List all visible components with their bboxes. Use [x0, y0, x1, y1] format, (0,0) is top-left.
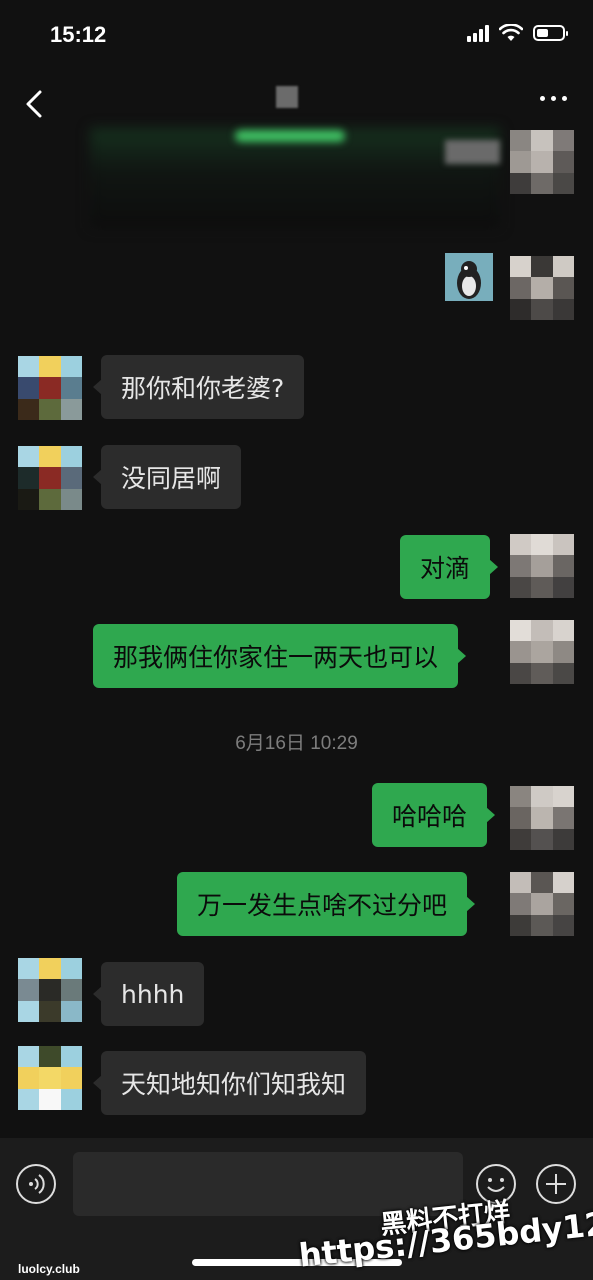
- more-dots-icon[interactable]: [540, 96, 567, 101]
- contact-avatar[interactable]: [18, 446, 82, 510]
- chat-header: [0, 72, 593, 134]
- self-avatar[interactable]: [510, 256, 574, 320]
- self-avatar[interactable]: [510, 620, 574, 684]
- chat-title-blurred: [276, 86, 298, 108]
- self-avatar[interactable]: [510, 786, 574, 850]
- cellular-signal-icon: [467, 24, 489, 42]
- self-avatar[interactable]: [510, 130, 574, 194]
- watermark-site: luolcy.club: [18, 1262, 80, 1276]
- blurred-media-message[interactable]: [90, 128, 500, 228]
- self-avatar[interactable]: [510, 534, 574, 598]
- self-avatar[interactable]: [510, 872, 574, 936]
- media-thumbnail: [445, 140, 500, 164]
- battery-level: [537, 29, 548, 37]
- outgoing-message-bubble[interactable]: 那我俩住你家住一两天也可以: [93, 624, 467, 688]
- back-button[interactable]: [18, 84, 54, 124]
- status-bar: 15:12: [0, 0, 593, 72]
- contact-avatar[interactable]: [18, 356, 82, 420]
- plus-button[interactable]: [536, 1164, 576, 1204]
- voice-icon: [29, 1174, 45, 1194]
- incoming-message-bubble[interactable]: hhhh: [92, 962, 205, 1026]
- status-icons: [467, 24, 568, 42]
- contact-avatar[interactable]: [18, 1046, 82, 1110]
- message-timestamp: 6月16日 10:29: [235, 733, 358, 754]
- media-highlight: [235, 130, 345, 142]
- battery-icon: [533, 25, 568, 41]
- plus-icon: [546, 1174, 566, 1194]
- chevron-left-icon: [26, 90, 42, 118]
- image-message-penguin[interactable]: [445, 253, 493, 301]
- outgoing-message-bubble[interactable]: 万一发生点啥不过分吧: [177, 872, 476, 936]
- voice-button[interactable]: [16, 1164, 56, 1204]
- incoming-message-bubble[interactable]: 天知地知你们知我知: [92, 1051, 367, 1115]
- penguin-image: [445, 253, 493, 301]
- incoming-message-bubble[interactable]: 没同居啊: [92, 445, 242, 509]
- incoming-message-bubble[interactable]: 那你和你老婆?: [92, 355, 305, 419]
- contact-avatar[interactable]: [18, 958, 82, 1022]
- outgoing-message-bubble[interactable]: 哈哈哈: [372, 783, 496, 847]
- outgoing-message-bubble[interactable]: 对滴: [400, 535, 499, 599]
- status-time: 15:12: [50, 22, 107, 47]
- wifi-icon: [499, 24, 523, 41]
